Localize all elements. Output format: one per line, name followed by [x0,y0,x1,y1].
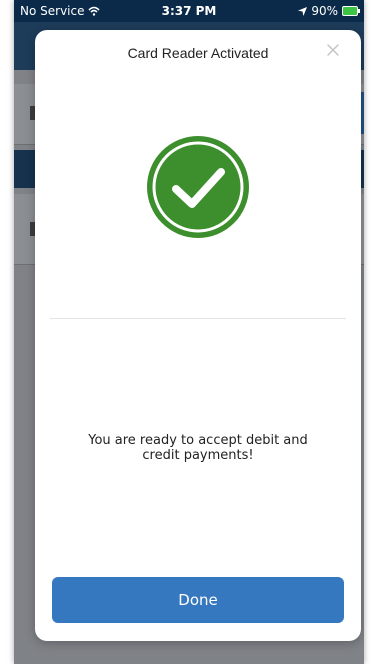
card-reader-modal: Card Reader Activated You are ready to a… [35,30,361,641]
battery-percent: 90% [311,4,338,18]
status-right: 90% [298,4,360,18]
battery-charging-icon [342,6,360,16]
ready-message: You are ready to accept debit and credit… [88,433,308,463]
close-icon[interactable] [323,40,343,60]
status-bar: No Service 3:37 PM 90% [14,0,364,22]
modal-title: Card Reader Activated [127,45,269,61]
divider [50,318,346,319]
done-button[interactable]: Done [52,577,344,623]
check-circle-icon [147,136,249,238]
location-arrow-icon [298,6,308,16]
phone-screen: No Service 3:37 PM 90% Card Reader Activ… [14,0,364,664]
